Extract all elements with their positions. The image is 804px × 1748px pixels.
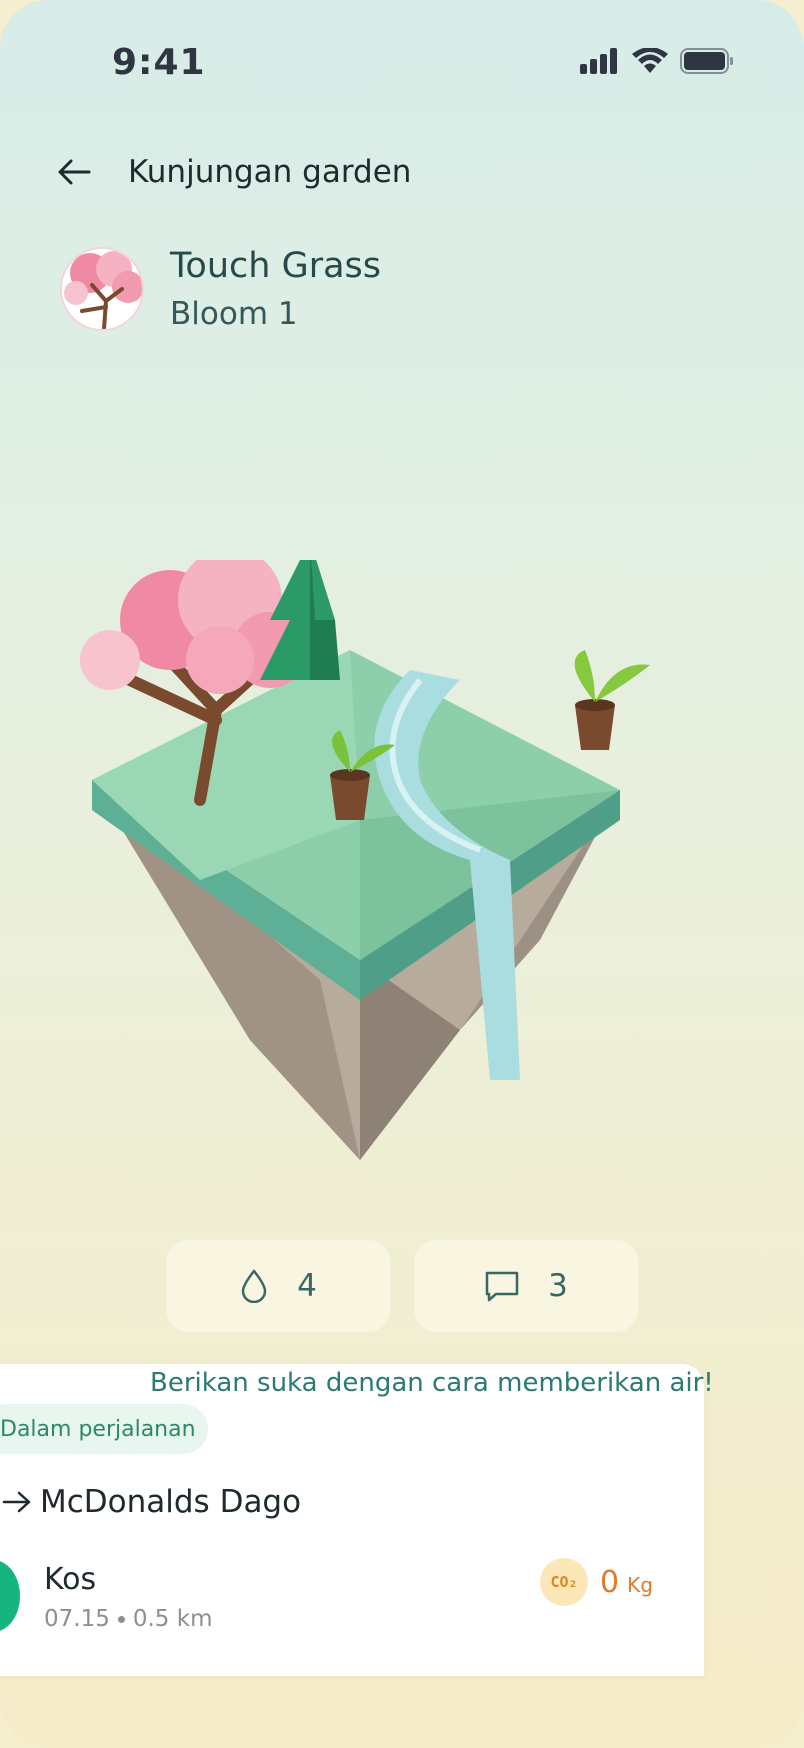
origin-name: Kos (44, 1562, 97, 1597)
battery-icon (680, 48, 734, 78)
co2-value: 0 (600, 1564, 620, 1600)
garden-level: Bloom 1 (170, 296, 298, 332)
status-bar: 9:41 (0, 0, 804, 130)
garden-visit-screen: 9:41 Kunjungan garden Touch Grass Bloom … (0, 0, 804, 1748)
trip-distance: 0.5 km (132, 1606, 213, 1632)
page-title: Kunjungan garden (128, 154, 412, 190)
comment-button[interactable]: 3 (414, 1240, 638, 1332)
header: Kunjungan garden (52, 150, 411, 194)
avatar[interactable] (60, 247, 144, 331)
destination-name: McDonalds Dago (40, 1484, 302, 1520)
trip-status-badge: Dalam perjalanan (0, 1404, 208, 1454)
water-button[interactable]: 4 (166, 1240, 390, 1332)
trip-meta: 07.15 0.5 km (44, 1606, 212, 1632)
co2-unit: Kg (627, 1573, 653, 1597)
water-hint: Berikan suka dengan cara memberikan air! (150, 1368, 714, 1398)
status-time: 9:41 (112, 42, 206, 83)
back-button[interactable] (52, 150, 96, 194)
trip-destination: McDonalds Dago (2, 1484, 301, 1520)
water-count: 4 (297, 1268, 317, 1304)
arrow-right-icon (2, 1491, 31, 1513)
garden-island-illustration (20, 540, 720, 1170)
separator-dot (117, 1615, 125, 1623)
status-icons (580, 47, 734, 78)
signal-icon (580, 48, 620, 78)
co2-saved: CO₂ 0 Kg (540, 1558, 653, 1606)
water-drop-icon (241, 1269, 267, 1303)
garden-owner-name: Touch Grass (170, 246, 382, 286)
comment-count: 3 (548, 1268, 568, 1304)
garden-owner: Touch Grass Bloom 1 (60, 246, 381, 332)
co2-icon: CO₂ (540, 1558, 588, 1606)
comment-icon (485, 1271, 519, 1302)
trip-time: 07.15 (44, 1606, 110, 1632)
wifi-icon (632, 47, 668, 78)
back-arrow-icon (58, 159, 91, 185)
